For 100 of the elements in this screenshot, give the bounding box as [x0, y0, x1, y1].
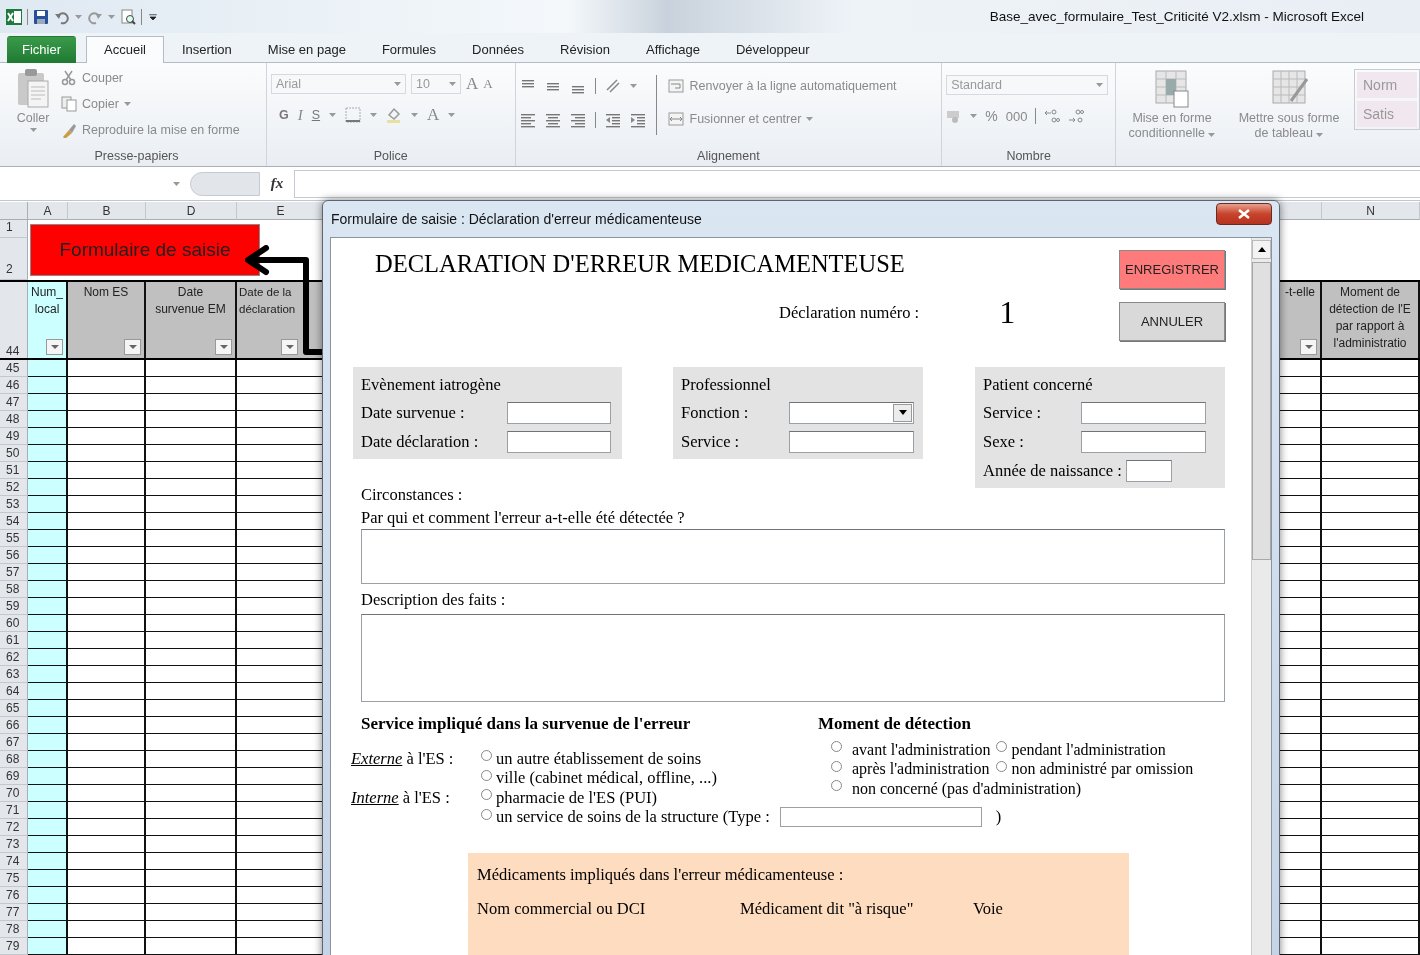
save-icon[interactable] [33, 8, 49, 25]
radio-button[interactable] [831, 780, 842, 791]
row-number[interactable]: 79 [0, 938, 28, 955]
row-number[interactable]: 68 [0, 751, 28, 768]
copy-icon[interactable] [61, 96, 77, 112]
row-number[interactable]: 55 [0, 530, 28, 547]
underline-button[interactable]: S [311, 108, 321, 122]
row-number[interactable]: 74 [0, 853, 28, 870]
scissors-icon[interactable] [61, 70, 77, 86]
row-number[interactable]: 51 [0, 462, 28, 479]
filter-dropdown[interactable] [215, 339, 232, 355]
row-number[interactable]: 49 [0, 428, 28, 445]
radio-button[interactable] [481, 808, 492, 820]
align-right-icon[interactable] [569, 112, 586, 128]
filter-dropdown[interactable] [1300, 339, 1317, 355]
radio-button[interactable] [831, 741, 842, 752]
radio-button[interactable] [831, 760, 842, 772]
row-number[interactable]: 60 [0, 615, 28, 632]
ribbon-tab[interactable]: Données [454, 36, 543, 63]
input-field[interactable] [779, 807, 982, 828]
row-number[interactable]: 57 [0, 564, 28, 581]
form-launch-button[interactable]: Formulaire de saisie [30, 224, 260, 276]
row-number[interactable]: 77 [0, 904, 28, 921]
spreadsheet-app-icon[interactable] [6, 8, 22, 25]
column-header[interactable]: N [1322, 202, 1420, 220]
dropdown-field[interactable] [789, 401, 914, 424]
row-number[interactable]: 52 [0, 479, 28, 496]
filter-dropdown[interactable] [281, 339, 298, 355]
row-number[interactable]: 71 [0, 802, 28, 819]
row-number[interactable]: 75 [0, 870, 28, 887]
ribbon-tab[interactable]: Révision [542, 36, 628, 63]
increase-decimal-icon[interactable] [1044, 108, 1061, 124]
input-field[interactable] [1081, 430, 1206, 453]
row-number[interactable]: 1 [0, 220, 28, 238]
row-number[interactable]: 62 [0, 649, 28, 666]
input-field[interactable] [1125, 459, 1172, 482]
ribbon-tab[interactable]: Affichage [627, 36, 718, 63]
filter-dropdown[interactable] [46, 339, 63, 355]
input-field[interactable] [507, 430, 611, 453]
row-number[interactable]: 69 [0, 768, 28, 785]
radio-button[interactable] [481, 789, 492, 800]
row-number[interactable]: 50 [0, 445, 28, 462]
column-header[interactable]: A [28, 202, 68, 220]
ribbon-tab[interactable]: Insertion [163, 36, 250, 63]
select-all-button[interactable] [0, 202, 28, 220]
brush-icon[interactable] [61, 122, 77, 138]
column-header[interactable]: E [237, 202, 325, 220]
radio-button[interactable] [996, 741, 1008, 752]
merge-cells-icon[interactable] [666, 111, 685, 127]
text-area[interactable] [361, 529, 1225, 584]
text-area[interactable] [361, 614, 1225, 702]
row-number[interactable]: 72 [0, 819, 28, 836]
row-number[interactable]: 73 [0, 836, 28, 853]
ribbon-tab[interactable]: Accueil [86, 36, 164, 63]
ribbon-tab[interactable]: Mise en page [249, 36, 364, 63]
align-left-icon[interactable] [519, 112, 536, 128]
row-number[interactable]: 76 [0, 887, 28, 904]
row-number[interactable]: 2 [0, 238, 28, 280]
row-number[interactable]: 70 [0, 785, 28, 802]
row-number[interactable]: 59 [0, 598, 28, 615]
shrink-font-button[interactable]: A [483, 76, 493, 92]
increase-indent-icon[interactable] [629, 112, 646, 128]
input-field[interactable] [507, 401, 611, 424]
orientation-icon[interactable] [604, 78, 621, 94]
row-number[interactable]: 56 [0, 547, 28, 564]
fill-bucket-icon[interactable] [386, 107, 403, 123]
close-button[interactable] [1216, 203, 1272, 225]
scrollbar-thumb[interactable] [1252, 262, 1271, 560]
print-preview-icon[interactable] [120, 8, 136, 25]
row-number[interactable]: 53 [0, 496, 28, 513]
formula-bar-handle[interactable] [190, 171, 260, 196]
row-number[interactable]: 61 [0, 632, 28, 649]
file-tab[interactable]: Fichier [7, 36, 76, 63]
row-number[interactable]: 47 [0, 394, 28, 411]
wrap-text-icon[interactable] [666, 78, 685, 94]
row-number[interactable]: 48 [0, 411, 28, 428]
row-number[interactable]: 58 [0, 581, 28, 598]
column-header[interactable]: D [146, 202, 237, 220]
formula-input[interactable] [294, 169, 1420, 198]
row-number[interactable]: 78 [0, 921, 28, 938]
cancel-button[interactable]: ANNULER [1119, 302, 1225, 341]
row-number[interactable]: 66 [0, 717, 28, 734]
radio-button[interactable] [481, 769, 492, 781]
column-header[interactable] [1280, 202, 1322, 220]
input-field[interactable] [1081, 401, 1206, 424]
row-number[interactable]: 45 [0, 360, 28, 377]
row-number[interactable]: 54 [0, 513, 28, 530]
bold-button[interactable]: G [279, 108, 289, 122]
align-center-icon[interactable] [544, 112, 561, 128]
decrease-decimal-icon[interactable] [1068, 108, 1085, 124]
column-header[interactable]: B [68, 202, 146, 220]
insert-function-button[interactable]: fx [260, 175, 294, 192]
scroll-up-button[interactable] [1252, 240, 1271, 259]
ribbon-tab[interactable]: Formules [363, 36, 455, 63]
input-field[interactable] [789, 430, 914, 453]
row-number[interactable]: 65 [0, 700, 28, 717]
ribbon-tab[interactable]: Développeur [717, 36, 828, 63]
clipboard-icon[interactable] [16, 67, 50, 109]
row-number[interactable]: 44 [0, 282, 28, 358]
radio-button[interactable] [996, 760, 1008, 772]
